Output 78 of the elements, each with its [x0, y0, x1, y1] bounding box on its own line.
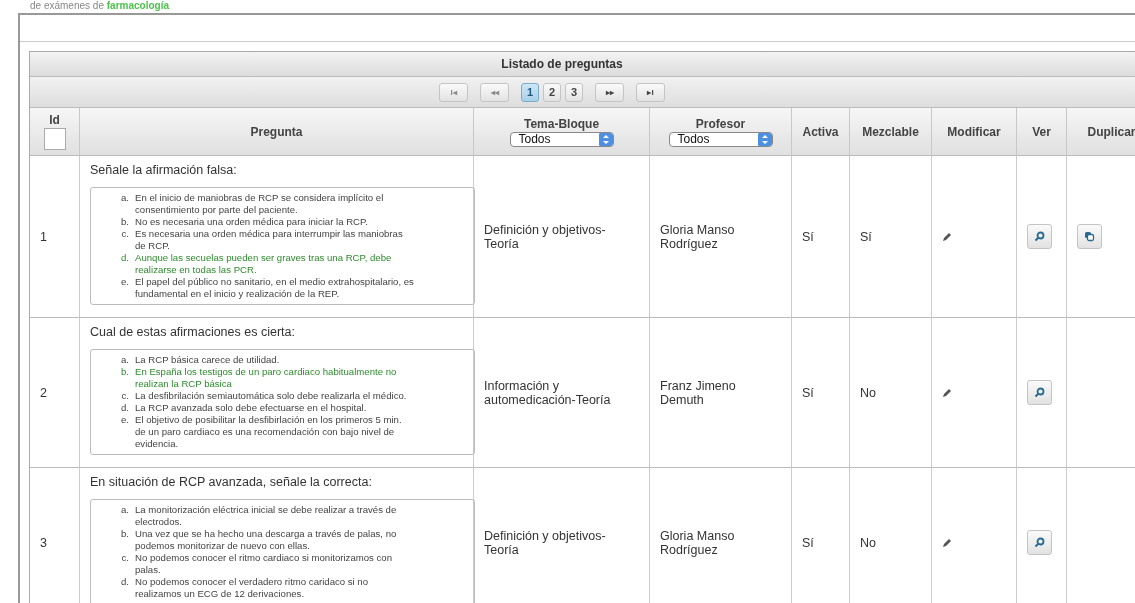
column-header: Modificar	[947, 124, 1001, 139]
page-button[interactable]: 1	[521, 82, 539, 102]
table-cell: No	[850, 318, 932, 468]
table-cell: 2	[30, 318, 80, 468]
answer-text: No podemos conocer el ritmo cardiaco si monitorizamos con palas.	[135, 552, 393, 576]
filter-dropdown[interactable]: Todos	[509, 131, 614, 147]
edit-pencil-icon[interactable]	[942, 537, 952, 548]
answer-letter: a.	[120, 192, 129, 205]
table-cell: 3	[30, 468, 80, 603]
view-button[interactable]	[1027, 224, 1052, 249]
table-cell: Franz Jimeno Demuth	[650, 318, 792, 468]
answer-text: Aunque las secuelas pueden ser graves tras una RCP, debe realizarse en todas las PCR.	[135, 252, 393, 276]
table-cell: 1	[30, 156, 80, 318]
filter-dropdown[interactable]: Todos	[668, 131, 773, 147]
table-cell: No	[850, 468, 932, 603]
edit-pencil-icon[interactable]	[942, 231, 952, 242]
dropdown-arrows-icon	[598, 132, 613, 146]
question-text: Señale la afirmación falsa:	[90, 163, 238, 177]
answer-letter: d.	[120, 576, 129, 589]
page-button[interactable]: 3	[565, 82, 583, 102]
table-cell: Sí	[850, 156, 932, 318]
page-button[interactable]: 2	[543, 82, 561, 102]
table-cell: Sí	[792, 156, 850, 318]
column-header: Ver	[1032, 124, 1051, 139]
column-header: Mezclable	[862, 124, 919, 139]
column-header: Profesor	[695, 116, 746, 131]
question-text: Cual de estas afirmaciones es cierta:	[90, 325, 296, 339]
search-icon	[1034, 231, 1045, 242]
answer-letter: c.	[120, 390, 129, 402]
table-cell: Sí	[792, 318, 850, 468]
panel-title: Listado de preguntas	[30, 52, 1135, 77]
id-filter-field[interactable]	[43, 128, 66, 150]
answer-text: Es necesaria una orden médica para interrumpir las maniobras de RCP.	[135, 228, 404, 252]
column-header: Pregunta	[250, 124, 303, 139]
last-page-button[interactable]: ▸I	[636, 82, 665, 102]
column-header: Activa	[802, 124, 839, 139]
next-page-button[interactable]: ▸▸	[595, 82, 624, 102]
answer-letter: b.	[120, 366, 129, 379]
table-cell: Información y automedicación-Teoría	[474, 318, 650, 468]
table-cell: Definición y objetivos-Teoría	[474, 468, 650, 603]
page-caption: de exámenes de farmacología	[30, 0, 169, 12]
answer-letter: a.	[120, 354, 129, 366]
column-header: Duplicar	[1087, 124, 1135, 139]
answer-text: En el inicio de maniobras de RCP se considera implícito el consentimiento por parte del paciente.	[135, 192, 385, 216]
column-header: Tema-Bloque	[523, 116, 600, 131]
answer-letter: c.	[120, 552, 129, 565]
answer-letter: b.	[120, 216, 129, 228]
answer-text: El papel del público no sanitario, en el medio extrahospitalario, es fundamental en el inicio y realización de la REP.	[135, 276, 414, 300]
search-icon	[1034, 537, 1045, 548]
column-header: Id	[49, 113, 60, 127]
question-text: En situación de RCP avanzada, señale la correcta:	[90, 475, 373, 489]
answer-text: No podemos conocer el verdadero ritmo caridaco si no realizamos un ECG de 12 derivaciones.	[135, 576, 370, 600]
view-button[interactable]	[1027, 530, 1052, 555]
copy-icon	[1084, 231, 1095, 242]
dropdown-arrows-icon	[757, 132, 772, 146]
view-button[interactable]	[1027, 380, 1052, 405]
duplicate-button[interactable]	[1077, 224, 1102, 249]
answer-text: En España los testigos de un paro cardiaco habitualmente no realizan la RCP básica	[135, 366, 398, 390]
table-cell: Gloria Manso Rodríguez	[650, 156, 792, 318]
answer-text: La desfibrilación semiautomática solo debe realizarla el médico.	[135, 390, 407, 402]
search-icon	[1034, 387, 1045, 398]
answer-letter: d.	[120, 252, 129, 265]
answer-letter: e.	[120, 414, 129, 427]
answer-letter: a.	[120, 504, 129, 517]
answer-text: La RCP avanzada solo debe efectuarse en el hospital.	[135, 402, 367, 414]
answer-letter: b.	[120, 528, 129, 541]
answer-letter: c.	[120, 228, 129, 241]
answer-letter: d.	[120, 402, 129, 414]
answer-text: No es necesaria una orden médica para iniciar la RCP.	[135, 216, 368, 228]
answer-text: La RCP básica carece de utilidad.	[135, 354, 280, 366]
edit-pencil-icon[interactable]	[942, 387, 952, 398]
table-cell: Definición y objetivos-Teoría	[474, 156, 650, 318]
answer-text: El objetivo de posibilitar la desfibirlación en los primeros 5 min. de un paro cardiaco es una recomendación con bajo nivel de evidencia.	[135, 414, 403, 450]
answer-text: La monitorización eléctrica inicial se debe realizar a través de electrodos.	[135, 504, 398, 528]
answer-letter: e.	[120, 276, 129, 289]
answer-text: Una vez que se ha hecho una descarga a través de palas, no podemos monitorizar de nuevo con ellas.	[135, 528, 398, 552]
table-cell: Gloria Manso Rodríguez	[650, 468, 792, 603]
table-cell: Sí	[792, 468, 850, 603]
